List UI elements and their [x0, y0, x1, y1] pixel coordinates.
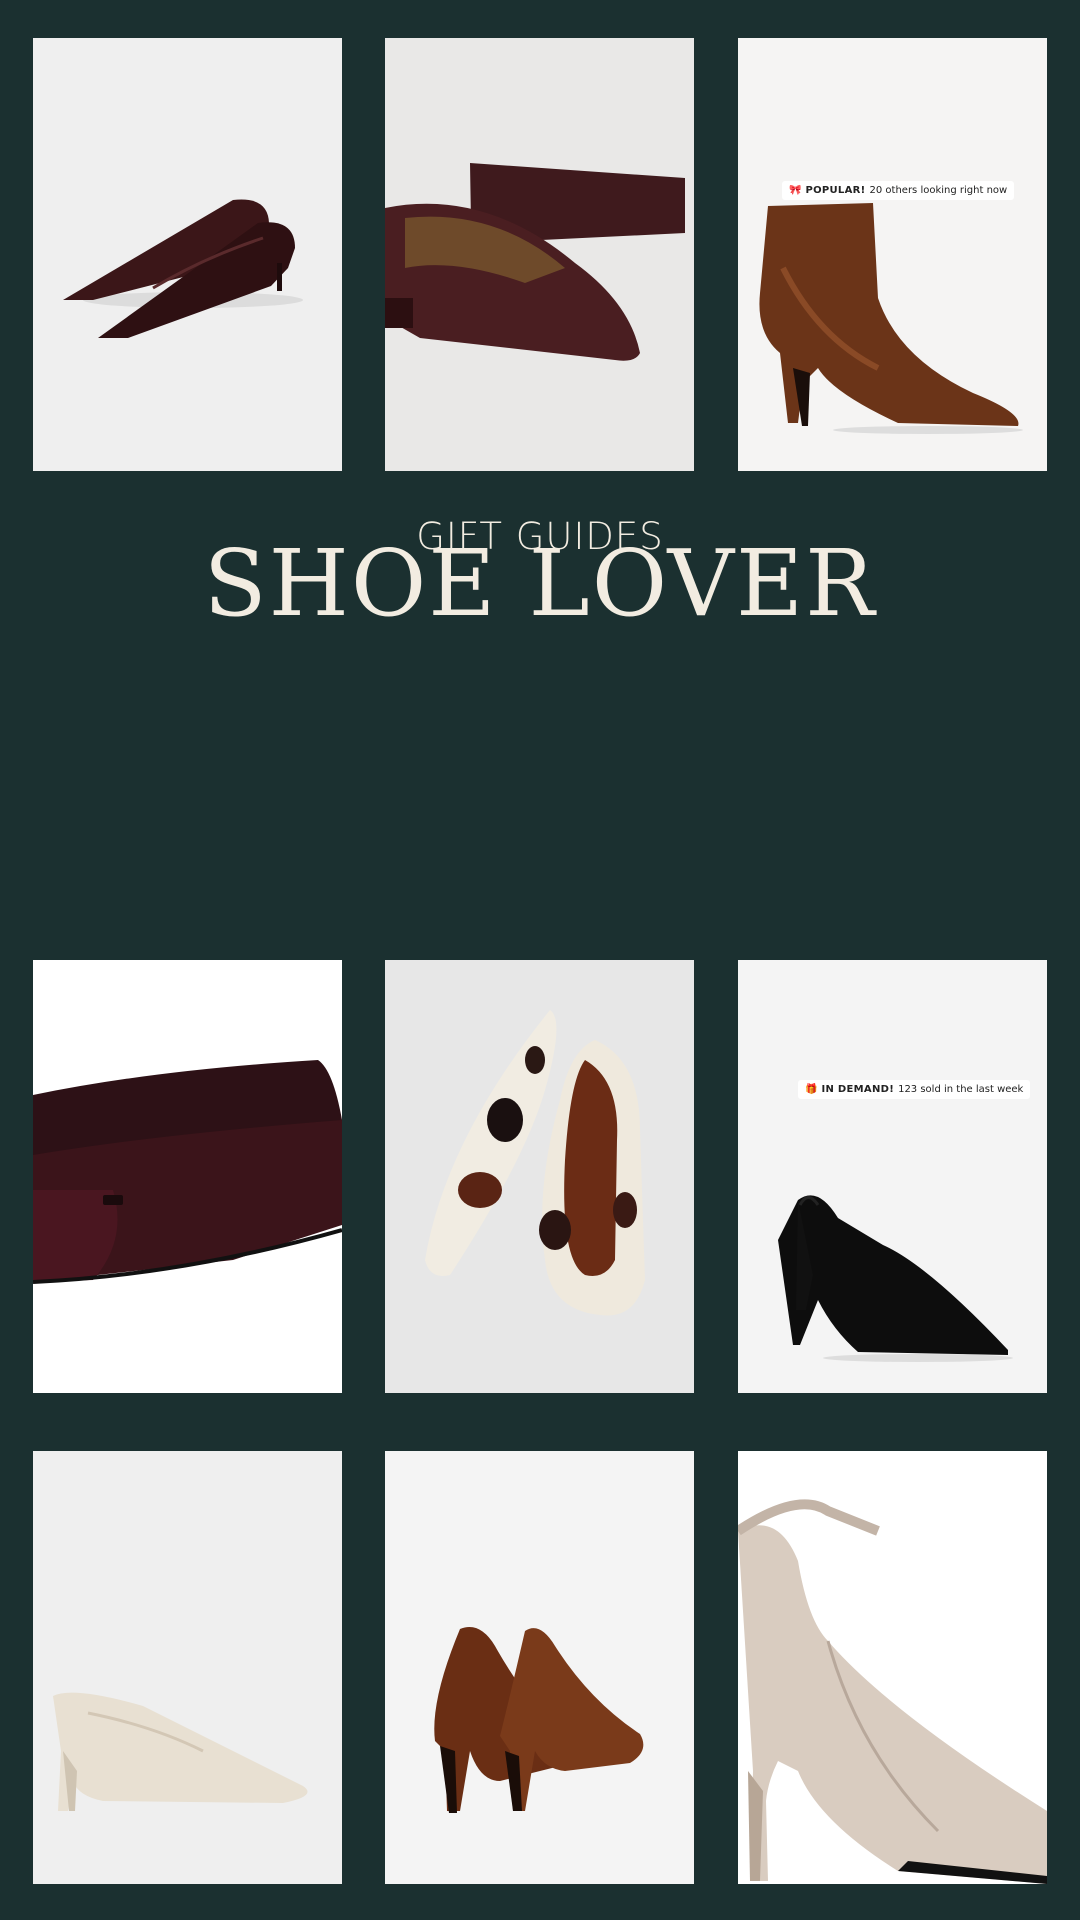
- product-card-6[interactable]: 🎁 IN DEMAND! 123 sold in the last week: [738, 960, 1047, 1393]
- gift-icon: 🎁: [805, 1083, 818, 1095]
- popularity-badge: 🎀 POPULAR! 20 others looking right now: [782, 181, 1015, 200]
- product-image: [434, 1627, 644, 1813]
- demand-badge: 🎁 IN DEMAND! 123 sold in the last week: [798, 1080, 1031, 1099]
- product-card-4[interactable]: [33, 960, 342, 1393]
- product-card-7[interactable]: [33, 1451, 342, 1884]
- product-image: [385, 163, 685, 361]
- product-card-1[interactable]: [33, 38, 342, 471]
- product-image: [759, 203, 1023, 434]
- product-image: [63, 199, 303, 338]
- page-title: SHOE LOVER: [203, 530, 877, 637]
- badge-text: 20 others looking right now: [869, 185, 1008, 196]
- product-image: [33, 1060, 342, 1284]
- product-card-5[interactable]: [385, 960, 694, 1393]
- product-image: [425, 1010, 645, 1316]
- product-card-2[interactable]: [385, 38, 694, 471]
- product-image: [53, 1692, 308, 1811]
- bow-icon: 🎀: [789, 184, 802, 196]
- product-image: [738, 1499, 1047, 1884]
- product-image: [778, 1195, 1013, 1362]
- badge-text: 123 sold in the last week: [898, 1084, 1024, 1095]
- product-card-9[interactable]: [738, 1451, 1047, 1884]
- badge-label: IN DEMAND!: [821, 1084, 895, 1095]
- product-card-8[interactable]: [385, 1451, 694, 1884]
- product-card-3[interactable]: 🎀 POPULAR! 20 others looking right now: [738, 38, 1047, 471]
- badge-label: POPULAR!: [805, 185, 866, 196]
